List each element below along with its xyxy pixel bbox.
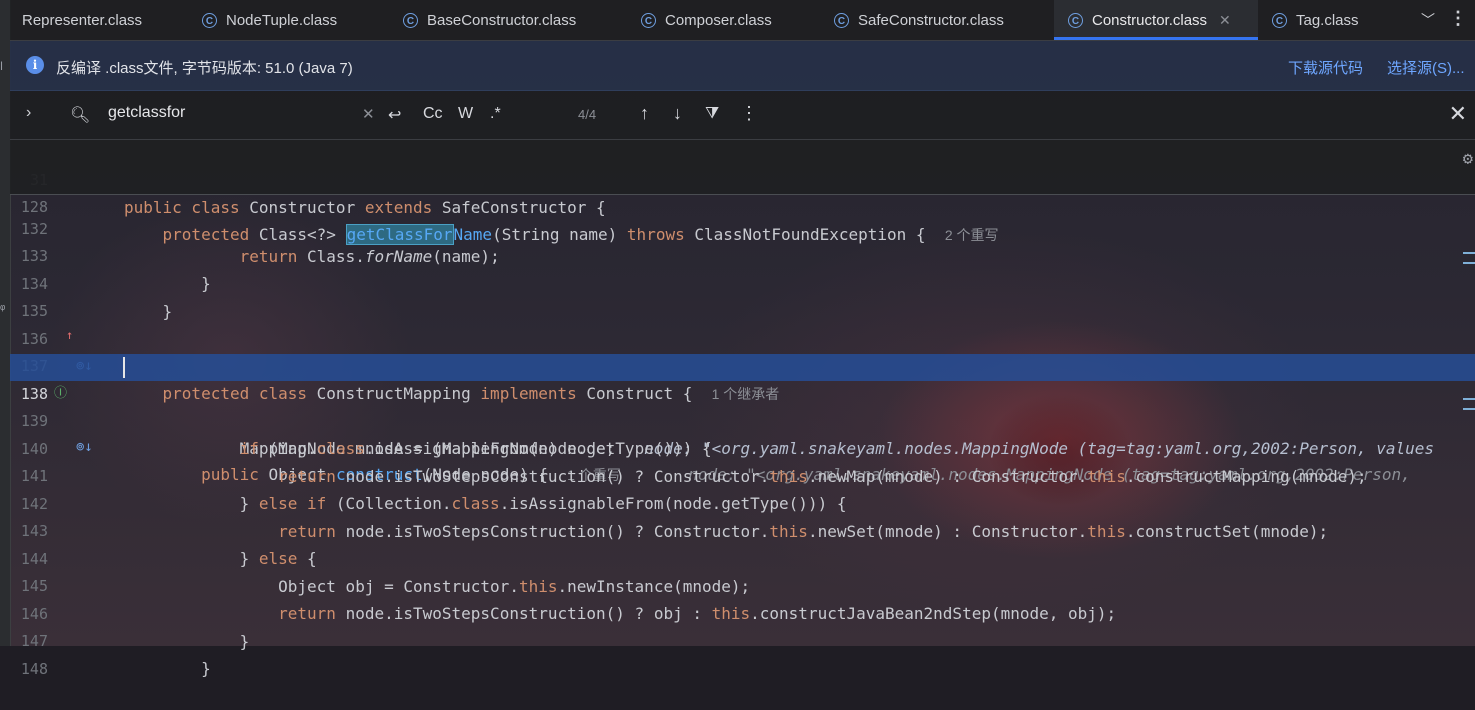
tab-label: Composer.class bbox=[665, 11, 772, 29]
tab-label: BaseConstructor.class bbox=[427, 11, 577, 29]
scrollbar-marker bbox=[1463, 398, 1475, 400]
scrollbar-marker bbox=[1463, 408, 1475, 410]
class-icon: C bbox=[403, 12, 418, 28]
code-line: 143 } else { bbox=[10, 491, 1475, 568]
text-caret bbox=[123, 357, 125, 378]
code-line: 132 return Class.forName(name); bbox=[10, 189, 1475, 266]
tab-safeconstructor[interactable]: C SafeConstructor.class bbox=[834, 0, 1004, 40]
override-up-icon: ↑ bbox=[66, 328, 74, 342]
code-line: 133 } bbox=[10, 216, 1475, 293]
code-line: 144 Object obj = Constructor.this.newIns… bbox=[10, 519, 1475, 596]
tab-representer[interactable]: Representer.class bbox=[22, 0, 142, 40]
banner-message: 反编译 .class文件, 字节码版本: 51.0 (Java 7) bbox=[56, 60, 353, 77]
left-strip-mark: ᵩ bbox=[0, 298, 6, 312]
code-text: } bbox=[124, 659, 211, 678]
more-vertical-icon[interactable]: ⋮ bbox=[1449, 8, 1467, 29]
code-line: 135 bbox=[10, 271, 1475, 320]
tab-nodetuple[interactable]: C NodeTuple.class bbox=[202, 0, 337, 40]
more-options-icon[interactable]: ⋮ bbox=[740, 103, 758, 124]
current-execution-line: 138 MappingNode mnode = (MappingNode) no… bbox=[10, 354, 1475, 458]
code-line: 147 } bbox=[10, 601, 1475, 678]
match-case-toggle[interactable]: Cc bbox=[423, 105, 443, 123]
arrow-down-icon[interactable]: ↓ bbox=[673, 103, 682, 124]
tab-tag[interactable]: C Tag.class bbox=[1272, 0, 1359, 40]
code-line: 142 return node.isTwoStepsConstruction()… bbox=[10, 464, 1475, 541]
sticky-line: 31 public class Constructor extends Safe… bbox=[10, 140, 1475, 217]
tab-label: Tag.class bbox=[1296, 11, 1359, 29]
line-number: 148 bbox=[20, 660, 48, 678]
class-icon: C bbox=[1068, 12, 1083, 28]
editor-tab-bar: Representer.class C NodeTuple.class C Ba… bbox=[10, 0, 1475, 41]
arrow-up-icon[interactable]: ↑ bbox=[640, 103, 649, 124]
clear-search-icon[interactable]: ✕ bbox=[362, 105, 375, 123]
code-line: 134 } bbox=[10, 244, 1475, 321]
code-line: 139 if (Map.class.isAssignableFrom(node.… bbox=[10, 381, 1475, 458]
tab-label: SafeConstructor.class bbox=[858, 11, 1004, 29]
choose-source-link[interactable]: 选择源(S)... bbox=[1387, 57, 1465, 78]
search-result-count: 4/4 bbox=[578, 107, 597, 122]
search-icon[interactable]: 🔍︎ bbox=[70, 105, 90, 125]
close-search-icon[interactable]: ✕ bbox=[1449, 101, 1467, 127]
active-tab-indicator bbox=[1054, 37, 1258, 40]
class-icon: C bbox=[641, 12, 656, 28]
whole-words-toggle[interactable]: W bbox=[458, 105, 473, 123]
scrollbar-marker bbox=[1463, 252, 1475, 254]
filter-icon[interactable]: ⧩ bbox=[705, 105, 719, 123]
class-icon: C bbox=[834, 12, 849, 28]
regex-toggle[interactable]: .* bbox=[490, 105, 501, 123]
expand-replace-icon[interactable]: › bbox=[26, 104, 31, 122]
close-tab-icon[interactable]: ✕ bbox=[1219, 12, 1231, 29]
tab-label: NodeTuple.class bbox=[226, 11, 338, 29]
scrollbar-marker bbox=[1463, 262, 1475, 264]
tab-constructor[interactable]: C Constructor.class ✕ bbox=[1054, 0, 1258, 40]
code-line: 146 } bbox=[10, 574, 1475, 651]
code-line: 140 return node.isTwoStepsConstruction()… bbox=[10, 409, 1475, 486]
code-line: 145 return node.isTwoStepsConstruction()… bbox=[10, 546, 1475, 623]
class-icon: C bbox=[1272, 12, 1287, 28]
download-source-link[interactable]: 下载源代码 bbox=[1288, 57, 1363, 78]
class-icon: C bbox=[202, 12, 217, 28]
gear-icon[interactable]: ⚙ bbox=[1463, 149, 1473, 169]
left-strip-mark: ⅼ bbox=[0, 61, 4, 73]
tab-baseconstructor[interactable]: C BaseConstructor.class bbox=[403, 0, 576, 40]
info-icon: i bbox=[26, 56, 44, 74]
code-line: 137 Ⓘ ↑ ⊚↓ public Object construct(Node … bbox=[10, 326, 1475, 484]
decompiled-info-banner: i 反编译 .class文件, 字节码版本: 51.0 (Java 7) 下载源… bbox=[10, 41, 1475, 91]
find-bar: › 🔍︎ getclassfor ✕ ↩ Cc W .* 4/4 ↑ ↓ ⧩ ⋮… bbox=[10, 91, 1475, 140]
tab-label: Constructor.class bbox=[1092, 11, 1208, 29]
code-line: 148 bbox=[10, 629, 1475, 678]
code-line: 136 ⊚↓ protected class ConstructMapping … bbox=[10, 299, 1475, 403]
search-input[interactable]: getclassfor bbox=[108, 104, 185, 122]
new-line-icon[interactable]: ↩ bbox=[388, 105, 401, 125]
chevron-down-icon[interactable]: ﹀ bbox=[1421, 10, 1435, 30]
tab-label: Representer.class bbox=[22, 11, 143, 29]
code-line: 141 } else if (Collection.class.isAssign… bbox=[10, 436, 1475, 513]
tab-composer[interactable]: C Composer.class bbox=[641, 0, 772, 40]
code-editor[interactable]: 31 public class Constructor extends Safe… bbox=[10, 140, 1475, 678]
